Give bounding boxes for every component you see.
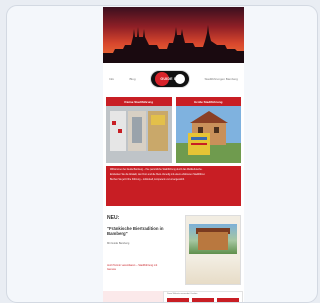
intro-paragraph: Buchen Sie jetzt Ihre Führung – individu… (110, 179, 185, 182)
footer-strip (103, 291, 163, 302)
intro-text-block: Willkommen bei Guide Bamberg – Ihre pers… (106, 166, 241, 206)
tile-label: Große Stadtführung (175, 97, 241, 106)
top-nav: Info Blog GUIDE BA Stadtführungen Bamber… (103, 65, 244, 93)
tour-tile-small[interactable]: Kleine Stadtführung (106, 97, 172, 163)
website-preview: Info Blog GUIDE BA Stadtführungen Bamber… (103, 7, 244, 302)
nav-link-blog[interactable]: Blog (129, 77, 135, 81)
cookie-settings-button[interactable] (192, 298, 214, 302)
nav-link-info[interactable]: Info (109, 77, 114, 81)
intro-paragraph: Willkommen bei Guide Bamberg – Ihre pers… (110, 169, 203, 171)
hero-banner (103, 7, 244, 63)
photo-icon (175, 106, 241, 163)
tile-label: Kleine Stadtführung (106, 97, 172, 106)
promo-poster[interactable] (185, 215, 241, 285)
site-logo[interactable]: GUIDE BA (150, 71, 189, 87)
cookie-text: Diese Website verwendet Cookies (167, 293, 198, 295)
preview-card: Info Blog GUIDE BA Stadtführungen Bamber… (6, 5, 318, 303)
cookie-accept-button[interactable] (167, 298, 189, 302)
promo-link[interactable]: Jetzt Termin vereinbaren – Stadtführung … (107, 264, 165, 271)
promo-title: "Fränkische Biertradition in Bamberg" (107, 226, 164, 237)
photo-icon (106, 106, 172, 163)
logo-text: GUIDE BA (160, 77, 180, 81)
tour-tiles: Kleine Stadtführung Große Stadtführung (106, 97, 241, 163)
building-icon (198, 232, 228, 250)
promo-section: NEU: "Fränkische Biertradition in Bamber… (106, 212, 241, 287)
tour-tile-large[interactable]: Große Stadtführung (175, 97, 241, 163)
nav-link-tours[interactable]: Stadtführungen Bamberg (204, 77, 238, 81)
promo-kicker: NEU: (107, 215, 120, 221)
intro-paragraph: Entdecken Sie die Altstadt, den Dom und … (110, 174, 206, 177)
promo-subtitle: Mit Guide Bamberg (107, 242, 130, 245)
cookie-decline-button[interactable] (217, 298, 239, 302)
cookie-banner: Diese Website verwendet Cookies (163, 291, 243, 302)
city-skyline-icon (103, 25, 244, 63)
